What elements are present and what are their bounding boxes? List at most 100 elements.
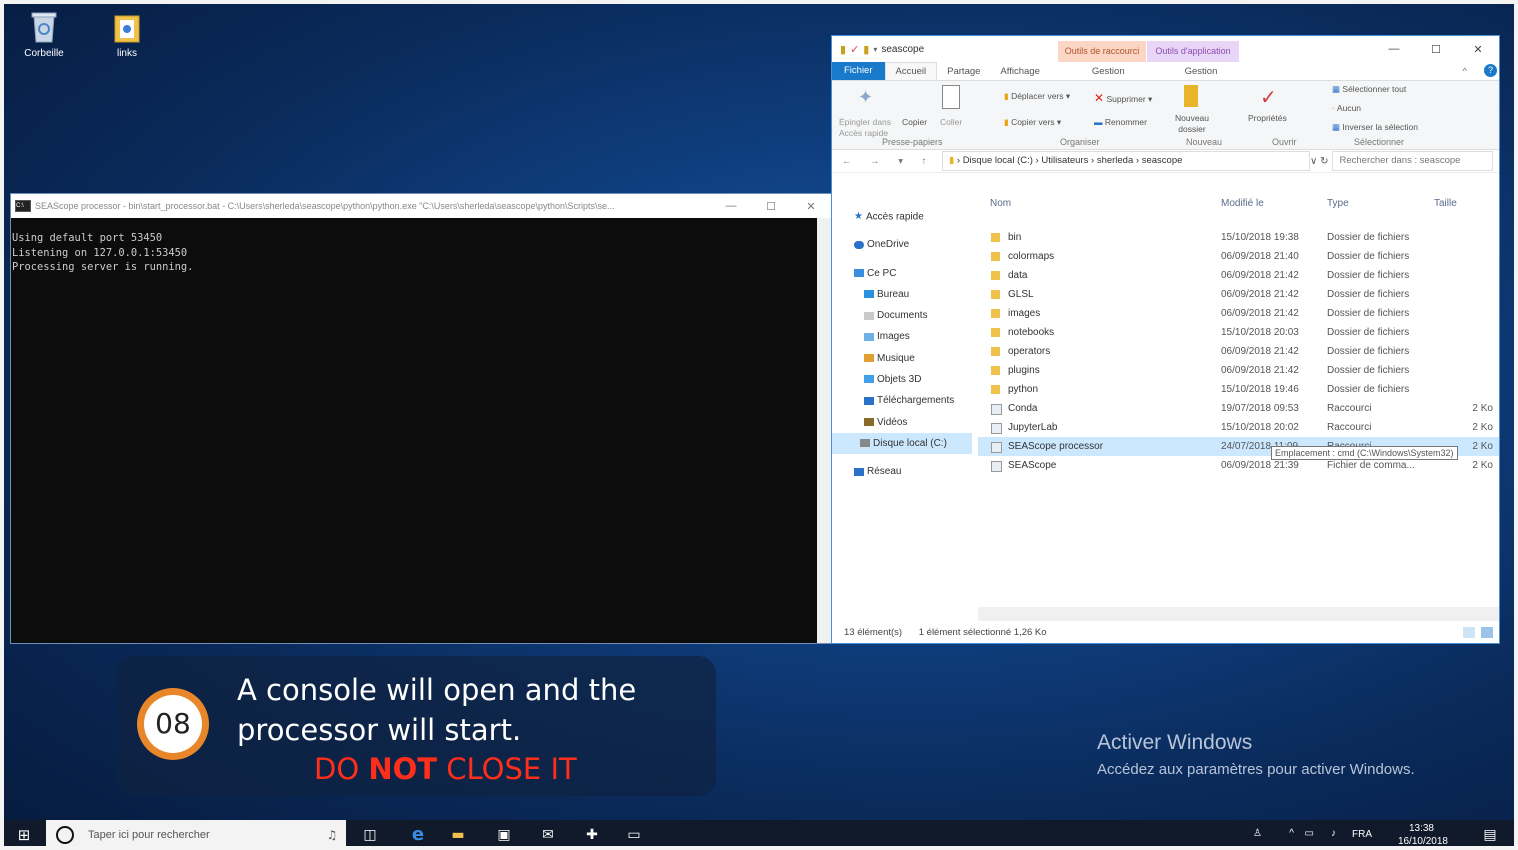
file-row[interactable]: operators 06/09/2018 21:42 Dossier de fich…: [978, 342, 1499, 361]
tab-shortcut-tools[interactable]: Outils de raccourci: [1058, 41, 1146, 62]
edge-icon[interactable]: e: [408, 825, 428, 845]
navigation-arrows[interactable]: ← → ▾ ↑: [832, 156, 942, 167]
file-row[interactable]: JupyterLab 15/10/2018 20:02 Raccourci 2 Ko: [978, 418, 1499, 437]
tab-fichier[interactable]: Fichier: [832, 62, 885, 80]
people-icon[interactable]: ♙: [1253, 828, 1262, 839]
column-modified[interactable]: Modifié le: [1221, 198, 1264, 209]
breadcrumb-item[interactable]: sherleda: [1097, 155, 1133, 166]
invert-selection-button[interactable]: ▦ Inverser la sélection: [1332, 122, 1418, 133]
file-row[interactable]: bin 15/10/2018 19:38 Dossier de fichiers: [978, 228, 1499, 247]
breadcrumb-item[interactable]: seascope: [1142, 155, 1183, 166]
large-icons-view-icon[interactable]: [1481, 627, 1493, 638]
tab-gestion-shortcut[interactable]: Gestion: [1082, 66, 1135, 77]
breadcrumb[interactable]: ▮ › Disque local (C:) › Utilisateurs › s…: [942, 151, 1310, 171]
copy-button[interactable]: Copier: [902, 117, 927, 127]
move-to-button[interactable]: ▮ Déplacer vers ▾: [1004, 91, 1070, 102]
desktop-icon-links[interactable]: links: [97, 10, 157, 59]
nav-images[interactable]: Images: [832, 326, 972, 347]
nav-quick-access[interactable]: ★ Accès rapide: [832, 206, 972, 227]
nav-this-pc[interactable]: Ce PC: [832, 263, 972, 284]
chevron-up-icon[interactable]: ^: [1453, 66, 1477, 77]
action-center-icon[interactable]: ▤: [1480, 825, 1500, 845]
minimize-button[interactable]: —: [1373, 43, 1415, 55]
maximize-button[interactable]: ☐: [1415, 43, 1457, 56]
select-none-button[interactable]: ▫ Aucun: [1332, 103, 1361, 113]
breadcrumb-item[interactable]: Utilisateurs: [1041, 155, 1088, 166]
delete-button[interactable]: ✕ Supprimer ▾: [1094, 91, 1152, 105]
properties-icon: ✓: [1260, 87, 1277, 109]
column-name[interactable]: Nom: [990, 198, 1011, 209]
pin-quick-access-button[interactable]: Épingler dans Accès rapide: [839, 117, 895, 139]
properties-button[interactable]: Propriétés: [1248, 113, 1287, 123]
file-row[interactable]: colormaps 06/09/2018 21:40 Dossier de fich…: [978, 247, 1499, 266]
file-row[interactable]: notebooks 15/10/2018 20:03 Dossier de fich…: [978, 323, 1499, 342]
clock-time[interactable]: 13:38: [1409, 823, 1434, 834]
nav-documents[interactable]: Documents: [832, 305, 972, 326]
nav-local-disk[interactable]: Disque local (C:): [832, 432, 972, 455]
close-button[interactable]: ✕: [791, 200, 831, 213]
maximize-button[interactable]: ☐: [751, 200, 791, 213]
windows-start-icon[interactable]: ⊞: [14, 825, 34, 845]
network-icon[interactable]: ▭: [1305, 828, 1314, 839]
desktop-icon-recycle-bin[interactable]: Corbeille: [14, 10, 74, 59]
microphone-icon[interactable]: ♫: [322, 825, 342, 845]
properties-icon[interactable]: ✓: [850, 43, 859, 56]
caption-line: processor will start.: [237, 713, 522, 747]
new-folder-button[interactable]: Nouveau dossier: [1172, 113, 1212, 135]
tab-partage[interactable]: Partage: [937, 66, 990, 77]
pin-icon: ✦: [858, 87, 874, 107]
select-all-button[interactable]: ▦ Sélectionner tout: [1332, 84, 1406, 95]
nav-3d-objects[interactable]: Objets 3D: [832, 369, 972, 390]
file-row[interactable]: python 15/10/2018 19:46 Dossier de fichier…: [978, 380, 1499, 399]
copy-to-button[interactable]: ▮ Copier vers ▾: [1004, 117, 1061, 128]
rename-button[interactable]: ▬ Renommer: [1094, 117, 1147, 127]
file-row[interactable]: Conda 19/07/2018 09:53 Raccourci 2 Ko: [978, 399, 1499, 418]
file-explorer-icon[interactable]: ▬: [448, 825, 468, 845]
nav-videos[interactable]: Vidéos: [832, 412, 972, 433]
minimize-button[interactable]: —: [711, 200, 751, 212]
chevron-up-icon[interactable]: ^: [1289, 828, 1294, 839]
volume-icon[interactable]: ♪: [1331, 828, 1336, 839]
help-icon[interactable]: ?: [1484, 64, 1497, 77]
column-type[interactable]: Type: [1327, 198, 1349, 209]
file-row[interactable]: data 06/09/2018 21:42 Dossier de fichiers: [978, 266, 1499, 285]
language-indicator[interactable]: FRA: [1352, 829, 1372, 840]
search-input[interactable]: Rechercher dans : seascope: [1332, 151, 1493, 171]
horizontal-scrollbar[interactable]: [978, 607, 1499, 621]
nav-music[interactable]: Musique: [832, 348, 972, 369]
column-size[interactable]: Taille: [1434, 198, 1457, 209]
details-view-icon[interactable]: [1463, 627, 1475, 638]
file-explorer-window[interactable]: ▮ ✓ ▮ ▾ seascope Outils de raccourci Out…: [831, 35, 1500, 644]
explorer-titlebar[interactable]: ▮ ✓ ▮ ▾ seascope Outils de raccourci Out…: [832, 36, 1499, 62]
task-view-icon[interactable]: ◫: [360, 825, 380, 845]
file-row[interactable]: images 06/09/2018 21:42 Dossier de fichier…: [978, 304, 1499, 323]
console-titlebar[interactable]: C:\ SEAScope processor - bin\start_proce…: [11, 194, 831, 218]
nav-network[interactable]: Réseau: [832, 461, 972, 482]
console-line: Using default port 53450: [12, 232, 163, 244]
tab-gestion-app[interactable]: Gestion: [1175, 66, 1228, 77]
new-folder-icon: [1184, 85, 1198, 107]
tab-application-tools[interactable]: Outils d'application: [1147, 41, 1239, 62]
console-taskbar-icon[interactable]: ▭: [624, 825, 644, 845]
nav-desktop[interactable]: Bureau: [832, 284, 972, 305]
console-window[interactable]: C:\ SEAScope processor - bin\start_proce…: [10, 193, 832, 644]
console-scrollbar[interactable]: [817, 218, 831, 643]
taskbar-search[interactable]: Taper ici pour rechercher ♫: [46, 820, 346, 850]
breadcrumb-item[interactable]: Disque local (C:): [963, 155, 1033, 166]
security-icon[interactable]: ✚: [582, 825, 602, 845]
mail-icon[interactable]: ✉: [538, 825, 558, 845]
file-type: Dossier de fichiers: [1327, 308, 1410, 319]
clock-date[interactable]: 16/10/2018: [1398, 836, 1448, 847]
store-icon[interactable]: ▣: [494, 825, 514, 845]
nav-downloads[interactable]: Téléchargements: [832, 390, 972, 411]
nav-onedrive[interactable]: OneDrive: [832, 234, 972, 255]
paste-button[interactable]: Coller: [940, 117, 962, 127]
tab-accueil[interactable]: Accueil: [884, 61, 938, 81]
new-folder-icon[interactable]: ▮: [863, 43, 869, 56]
file-row[interactable]: plugins 06/09/2018 21:42 Dossier de fichie…: [978, 361, 1499, 380]
close-button[interactable]: ✕: [1457, 43, 1499, 56]
chevron-down-icon[interactable]: ▾: [873, 45, 877, 54]
refresh-icon[interactable]: ∨ ↻: [1310, 156, 1328, 167]
tab-affichage[interactable]: Affichage: [990, 66, 1049, 77]
file-row[interactable]: GLSL 06/09/2018 21:42 Dossier de fichiers: [978, 285, 1499, 304]
